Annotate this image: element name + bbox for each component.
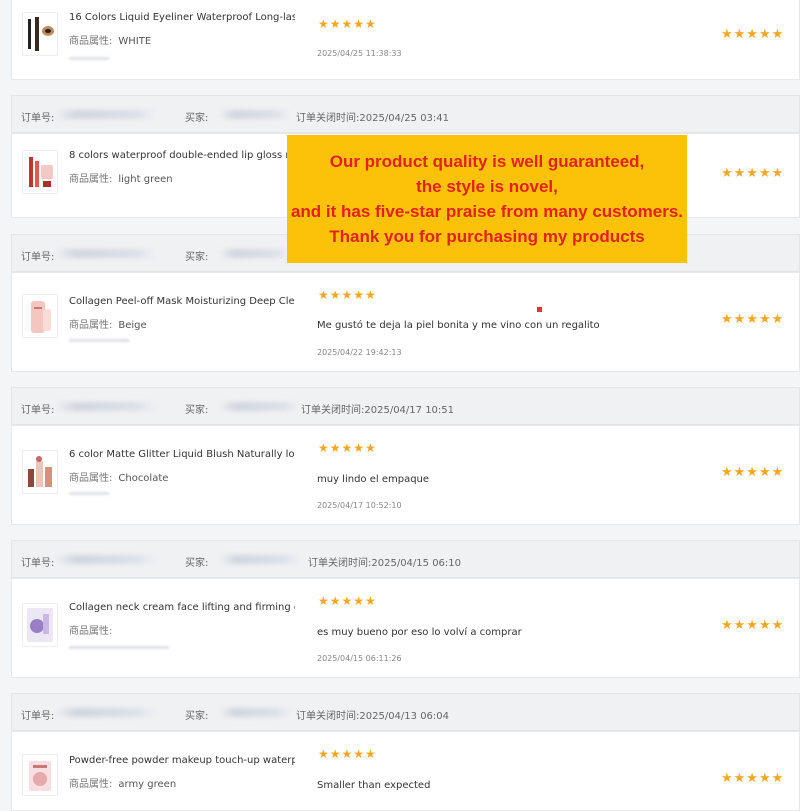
overall-rating-stars: ★★★★★	[721, 771, 785, 786]
liquid-blush-product-icon[interactable]	[22, 450, 58, 494]
redacted-order-number	[56, 110, 156, 119]
order-header: 订单号: 买家: 订单关闭时间:2025/04/15 06:10	[11, 540, 800, 578]
blurred-text	[69, 339, 129, 342]
product-attribute: 商品属性: light green	[69, 174, 173, 185]
product-name[interactable]: Powder-free powder makeup touch-up water…	[69, 755, 295, 766]
order-close-time: 订单关闭时间:2025/04/25 03:41	[296, 113, 450, 124]
product-attribute: 商品属性:	[69, 626, 113, 637]
review-timestamp: 2025/04/17 10:52:10	[317, 501, 402, 510]
buyer-label: 买家:	[185, 252, 209, 263]
order-number-label: 订单号:	[21, 711, 55, 722]
order-header: 订单号: 买家: 订单关闭时间:2025/04/13 06:04	[11, 693, 800, 731]
order-number-label: 订单号:	[21, 405, 55, 416]
order-close-time: 订单关闭时间:2025/04/15 06:10	[308, 558, 462, 569]
buyer-label: 买家:	[185, 113, 209, 124]
redacted-order-number	[56, 555, 156, 564]
product-name[interactable]: 16 Colors Liquid Eyeliner Waterproof Lon…	[69, 12, 295, 23]
product-attribute: 商品属性: WHITE	[69, 36, 152, 47]
redacted-buyer	[220, 110, 290, 119]
redacted-order-number	[56, 708, 156, 717]
red-marker	[537, 307, 542, 312]
rating-stars: ★★★★★	[318, 594, 377, 608]
overall-rating-stars: ★★★★★	[721, 312, 785, 327]
peel-off-mask-product-icon[interactable]	[22, 294, 58, 338]
overall-rating-stars: ★★★★★	[721, 27, 785, 42]
blurred-text	[69, 646, 169, 649]
order-number-label: 订单号:	[21, 252, 55, 263]
neck-cream-product-icon[interactable]	[22, 603, 58, 647]
buyer-label: 买家:	[185, 405, 209, 416]
redacted-order-number	[56, 249, 156, 258]
promo-line: the style is novel,	[416, 177, 558, 196]
promo-banner: Our product quality is well guaranteed, …	[287, 135, 687, 263]
review-text: es muy bueno por eso lo volví a comprar	[317, 627, 522, 638]
redacted-buyer	[220, 555, 300, 564]
review-text: Me gustó te deja la piel bonita y me vin…	[317, 320, 600, 331]
buyer-label: 买家:	[185, 558, 209, 569]
redacted-buyer	[220, 708, 290, 717]
product-name[interactable]: 6 color Matte Glitter Liquid Blush Natur…	[69, 449, 295, 460]
review-timestamp: 2025/04/25 11:38:33	[317, 49, 402, 58]
rating-stars: ★★★★★	[318, 288, 377, 302]
product-name[interactable]: Collagen Peel-off Mask Moisturizing Deep…	[69, 296, 295, 307]
rating-stars: ★★★★★	[318, 747, 377, 761]
product-attribute: 商品属性: Beige	[69, 320, 147, 331]
order-close-time: 订单关闭时间:2025/04/17 10:51	[301, 405, 455, 416]
buyer-label: 买家:	[185, 711, 209, 722]
order-header: 订单号: 买家: 订单关闭时间:2025/04/25 03:41	[11, 95, 800, 133]
order-number-label: 订单号:	[21, 113, 55, 124]
promo-line: Our product quality is well guaranteed,	[329, 152, 645, 171]
rating-stars: ★★★★★	[318, 17, 377, 31]
redacted-buyer	[220, 249, 290, 258]
powder-product-icon[interactable]	[22, 754, 58, 796]
review-text: Smaller than expected	[317, 780, 431, 791]
eyeliner-product-icon[interactable]	[22, 12, 58, 56]
blurred-text	[69, 57, 109, 60]
order-header: 订单号: 买家: 订单关闭时间:2025/04/17 10:51	[11, 387, 800, 425]
blurred-text	[69, 492, 109, 495]
product-attribute: 商品属性: Chocolate	[69, 473, 169, 484]
review-timestamp: 2025/04/22 19:42:13	[317, 348, 402, 357]
product-name[interactable]: Collagen neck cream face lifting and fir…	[69, 602, 295, 613]
redacted-order-number	[56, 402, 156, 411]
redacted-buyer	[220, 402, 300, 411]
promo-line: Thank you for purchasing my products	[329, 227, 645, 246]
order-number-label: 订单号:	[21, 558, 55, 569]
lip-gloss-product-icon[interactable]	[22, 150, 58, 194]
review-text: muy lindo el empaque	[317, 474, 430, 485]
product-name[interactable]: 8 colors waterproof double-ended lip glo…	[69, 150, 295, 161]
overall-rating-stars: ★★★★★	[721, 618, 785, 633]
rating-stars: ★★★★★	[318, 441, 377, 455]
order-close-time: 订单关闭时间:2025/04/13 06:04	[296, 711, 450, 722]
overall-rating-stars: ★★★★★	[721, 166, 785, 181]
promo-line: and it has five-star praise from many cu…	[290, 202, 684, 221]
product-attribute: 商品属性: army green	[69, 779, 177, 790]
order-card	[11, 731, 800, 811]
review-timestamp: 2025/04/15 06:11:26	[317, 654, 402, 663]
overall-rating-stars: ★★★★★	[721, 465, 785, 480]
